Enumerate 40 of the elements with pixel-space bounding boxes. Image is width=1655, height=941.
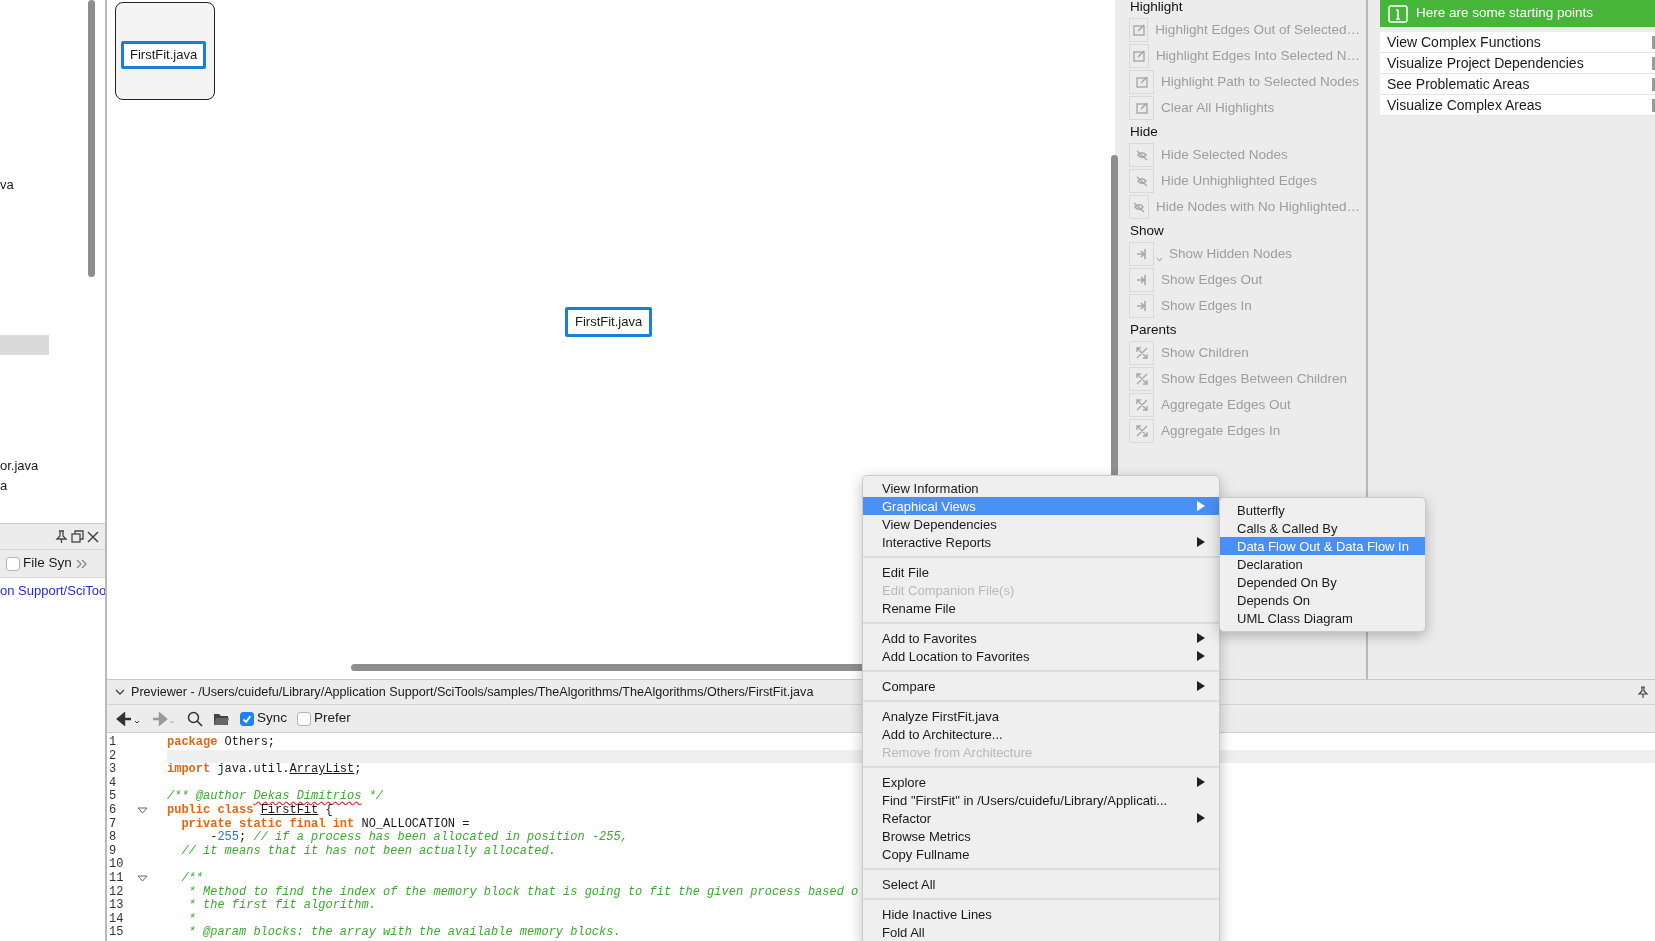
line-number: 5 bbox=[108, 790, 118, 804]
section-heading: Show bbox=[1129, 222, 1165, 240]
line-number: 11 bbox=[108, 871, 125, 886]
sync-label: Sync bbox=[257, 709, 287, 728]
code-line: * Method to find the index of the memory block that is going to fit the given process based o bbox=[187, 885, 859, 899]
line-number: 9 bbox=[108, 844, 118, 858]
line-number: 12 bbox=[108, 885, 125, 899]
prefer-label: Prefer bbox=[314, 709, 351, 728]
code-line: * @param blocks: the array with the available memory blocks. bbox=[187, 926, 621, 940]
code-line: -255; // if a process has been allocated in position -255, bbox=[209, 831, 628, 845]
item-label: See Problematic Areas bbox=[1387, 75, 1530, 94]
line-number: 7 bbox=[108, 817, 118, 831]
section-heading: Parents bbox=[1129, 321, 1178, 339]
filter-label: File Syn bbox=[23, 554, 72, 573]
code-line: // it means that it has not been actually allocated. bbox=[180, 844, 556, 859]
code-line: import java.util.ArrayList; bbox=[167, 763, 362, 777]
item-label: View Complex Functions bbox=[1387, 33, 1541, 52]
line-number: 15 bbox=[108, 926, 125, 940]
item-label: Visualize Complex Areas bbox=[1387, 96, 1542, 115]
code-line: /** bbox=[180, 871, 203, 886]
line-number: 8 bbox=[108, 831, 118, 845]
code-line: * bbox=[187, 912, 196, 926]
line-number: 14 bbox=[108, 912, 125, 926]
item-label: Visualize Project Dependencies bbox=[1387, 54, 1584, 73]
line-number: 13 bbox=[108, 899, 125, 913]
previewer-title: Previewer - /Users/cuidefu/Library/Application Support/SciTools/samples/TheAlgorithms/TheAlgorithms/Others/FirstFit.java bbox=[131, 683, 814, 701]
code-line: * the first fit algorithm. bbox=[187, 899, 376, 913]
line-number: 1 bbox=[108, 736, 118, 750]
code-line: /** @author Dekas Dimitrios */ bbox=[167, 790, 384, 804]
line-number: 2 bbox=[108, 749, 118, 763]
section-heading: Hide bbox=[1129, 123, 1159, 141]
code-line: private static final int NO_ALLOCATION = bbox=[180, 817, 470, 831]
code-line: package Others; bbox=[167, 736, 276, 750]
section-heading: Highlight bbox=[1129, 0, 1184, 16]
banner-text: Here are some starting points bbox=[1416, 4, 1594, 23]
line-number: 6 bbox=[108, 803, 118, 818]
line-number: 4 bbox=[108, 776, 118, 790]
code-line: public class FirstFit { bbox=[167, 803, 333, 818]
line-number: 3 bbox=[108, 763, 118, 777]
line-number: 10 bbox=[108, 858, 125, 872]
